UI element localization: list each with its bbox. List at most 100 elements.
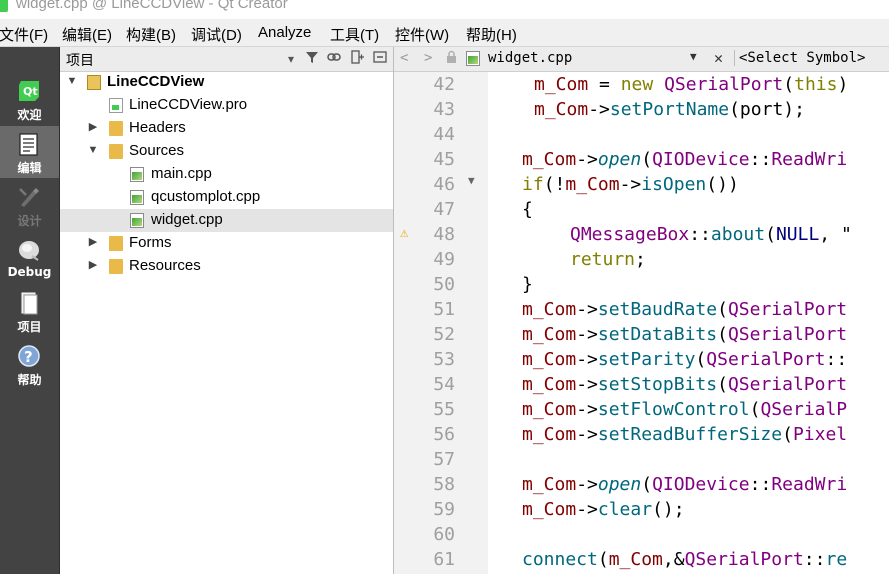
project-tree-panel: 项目 ▾ ▼ LineCCDView LineCCDView.pro ▶ Hea… [60, 47, 394, 574]
line-number: 50 [433, 274, 455, 295]
menu-controls[interactable]: 控件(W) [395, 24, 449, 45]
line-number: 42 [433, 74, 455, 95]
fold-marker-icon[interactable]: ▼ [468, 174, 475, 187]
menu-help[interactable]: 帮助(H) [466, 24, 517, 45]
code-token: m_Com [608, 549, 663, 570]
mode-edit[interactable]: 编辑 [0, 126, 59, 178]
warning-icon[interactable]: ⚠ [400, 225, 408, 241]
gutter-line: 52 [394, 322, 488, 347]
tree-item-label: Sources [129, 142, 185, 159]
tree-item-resources[interactable]: ▶ Resources [60, 255, 393, 278]
code-token: ) [837, 74, 849, 95]
link-with-editor-icon[interactable] [325, 50, 343, 68]
gutter-line: 46 ▼ [394, 172, 488, 197]
expand-arrow-icon[interactable]: ▶ [87, 235, 99, 249]
collapse-arrow-icon[interactable]: ▼ [87, 143, 99, 157]
code-token: ( [597, 549, 609, 570]
code-token: m_Com [522, 324, 577, 345]
forward-arrow-icon[interactable]: > [424, 50, 432, 66]
gutter-line: 44 [394, 122, 488, 147]
close-document-icon[interactable]: ✕ [714, 49, 723, 67]
open-document-combo[interactable]: widget.cpp [488, 50, 572, 66]
close-panel-icon[interactable] [371, 50, 389, 68]
mode-projects-label: 项目 [17, 320, 42, 334]
line-number: 59 [433, 499, 455, 520]
code-token: m_Com [522, 424, 577, 445]
code-token: new [620, 74, 654, 95]
code-token: ReadWri [771, 474, 848, 495]
code-token: -> [576, 349, 598, 370]
code-token: ; [635, 249, 646, 270]
code-token: if [522, 174, 544, 195]
back-arrow-icon[interactable]: < [400, 50, 408, 66]
tree-item-label: Forms [129, 234, 172, 251]
code-token: -> [619, 174, 642, 195]
debug-bug-icon [19, 241, 39, 261]
mode-help[interactable]: ? 帮助 [0, 338, 59, 390]
mode-design[interactable]: 设计 [0, 179, 59, 231]
tree-item-sources[interactable]: ▼ Sources [60, 140, 393, 163]
document-dropdown-arrow-icon[interactable]: ▼ [690, 50, 697, 63]
cpp-file-icon [130, 190, 144, 205]
mode-debug[interactable]: Debug [0, 232, 59, 284]
code-token: ( [717, 324, 728, 345]
menu-build[interactable]: 构建(B) [126, 24, 176, 45]
sources-folder-icon [109, 144, 123, 159]
project-view-selector[interactable]: 项目 [66, 50, 94, 70]
gutter-line: 50 [394, 272, 488, 297]
code-line: m_Com->setFlowControl(QSerialP [522, 397, 847, 422]
code-token: setDataBits [597, 324, 718, 345]
code-token: m_Com [522, 374, 577, 395]
code-token: m_Com [522, 399, 577, 420]
code-token: QIODevice [652, 149, 750, 170]
expand-arrow-icon[interactable]: ▶ [87, 258, 99, 272]
tree-item-headers[interactable]: ▶ Headers [60, 117, 393, 140]
code-token: re [825, 549, 848, 570]
menu-file[interactable]: 文件(F) [0, 24, 48, 45]
view-dropdown-arrow-icon[interactable]: ▾ [282, 50, 300, 68]
filter-icon[interactable] [303, 50, 321, 68]
projects-icon [21, 292, 38, 315]
code-token: ( [641, 474, 653, 495]
code-token: QIODevice [652, 474, 750, 495]
expand-arrow-icon[interactable]: ▶ [87, 120, 99, 134]
code-line: m_Com = new QSerialPort(this) [534, 72, 848, 97]
tree-item-label: main.cpp [151, 165, 212, 182]
tree-item-project-root[interactable]: ▼ LineCCDView [60, 71, 393, 94]
gutter-line: 55 [394, 397, 488, 422]
mode-welcome[interactable]: Qt 欢迎 [0, 73, 59, 125]
line-number: 49 [433, 249, 455, 270]
code-token: QMessageBox [570, 224, 690, 245]
menu-analyze[interactable]: Analyze [258, 24, 311, 41]
code-line: if(!m_Com->isOpen()) [522, 172, 739, 197]
tree-item-main-cpp[interactable]: main.cpp [60, 163, 393, 186]
code-token: ( [717, 299, 728, 320]
menu-debug[interactable]: 调试(D) [191, 24, 242, 45]
gutter-line: 45 [394, 147, 488, 172]
code-token: ()) [706, 174, 739, 195]
symbol-selector[interactable]: <Select Symbol> [734, 50, 865, 66]
lock-icon [446, 50, 457, 67]
line-number: 53 [433, 349, 455, 370]
split-view-icon[interactable] [349, 50, 367, 68]
code-token: -> [576, 399, 598, 420]
code-token: -> [576, 424, 598, 445]
tree-item-qcustomplot-cpp[interactable]: qcustomplot.cpp [60, 186, 393, 209]
code-line: m_Com->clear(); [522, 497, 685, 522]
code-line: } [522, 272, 533, 297]
code-token: connect [522, 549, 598, 570]
gutter-line: 42 [394, 72, 488, 97]
menu-tools[interactable]: 工具(T) [330, 24, 379, 45]
code-text-area[interactable]: m_Com = new QSerialPort(this) m_Com->setP… [488, 72, 889, 574]
tree-item-forms[interactable]: ▶ Forms [60, 232, 393, 255]
code-token: setReadBufferSize [597, 424, 783, 445]
collapse-arrow-icon[interactable]: ▼ [66, 74, 78, 88]
mode-help-label: 帮助 [17, 373, 42, 387]
tree-item-widget-cpp[interactable]: widget.cpp [60, 209, 393, 232]
code-token: ,& [662, 549, 685, 570]
tree-item-pro-file[interactable]: LineCCDView.pro [60, 94, 393, 117]
pro-file-icon [109, 98, 123, 113]
menu-edit[interactable]: 编辑(E) [62, 24, 112, 45]
mode-projects[interactable]: 项目 [0, 285, 59, 337]
project-root-icon [87, 75, 101, 90]
